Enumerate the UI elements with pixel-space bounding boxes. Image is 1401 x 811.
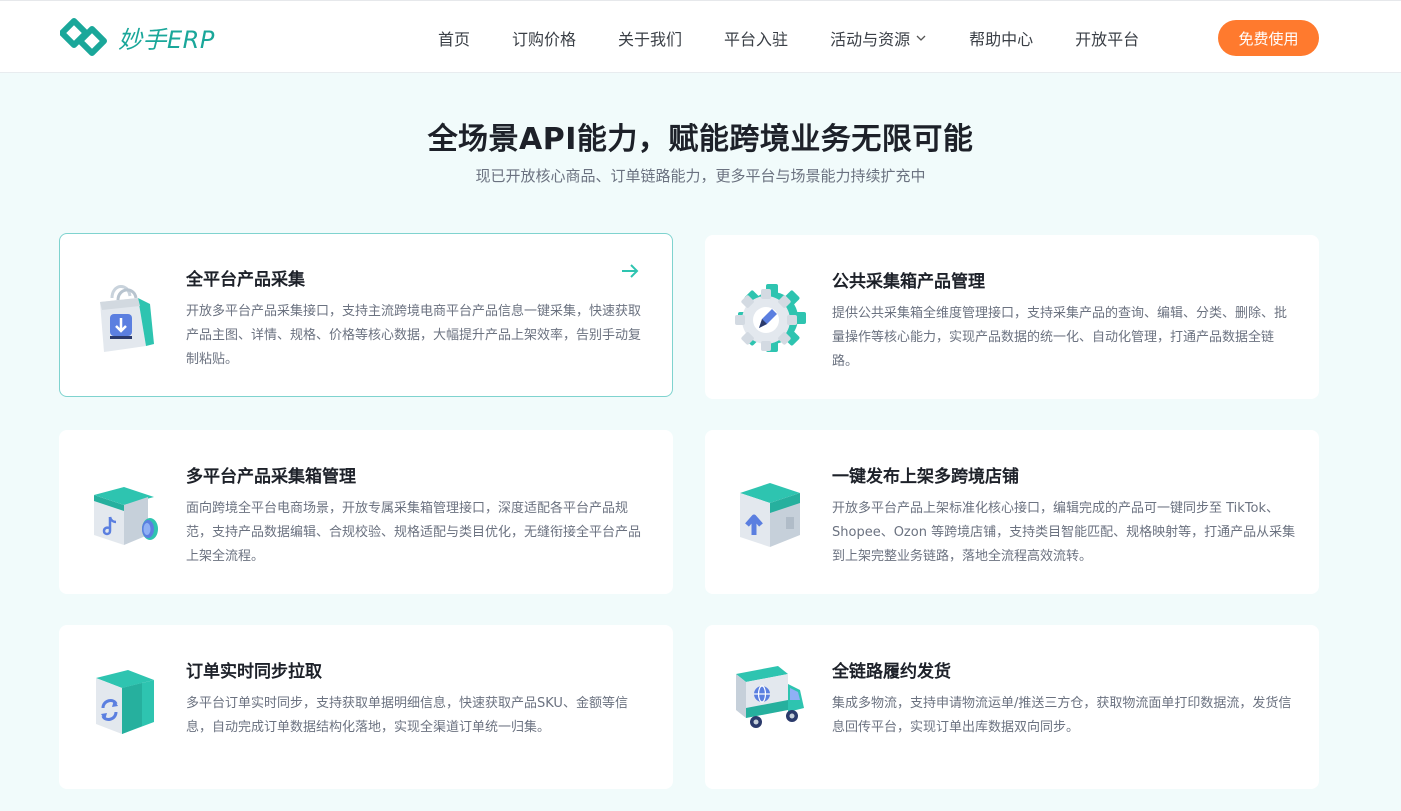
nav-item-open-platform[interactable]: 开放平台 — [1075, 26, 1139, 50]
feature-card-order-sync[interactable]: 订单实时同步拉取 多平台订单实时同步，支持获取单据明细信息，快速获取产品SKU、… — [59, 625, 673, 789]
card-title: 一键发布上架多跨境店铺 — [832, 467, 1019, 487]
chevron-down-icon — [916, 35, 926, 41]
nav-item-activities[interactable]: 活动与资源 — [830, 26, 927, 50]
shopping-bag-download-icon — [100, 285, 154, 352]
card-description: 开放多平台产品采集接口，支持主流跨境电商平台产品信息一键采集，快速获取产品主图、… — [186, 304, 642, 367]
nav-item-help[interactable]: 帮助中心 — [969, 26, 1033, 50]
card-title: 多平台产品采集箱管理 — [186, 467, 356, 487]
nav-item-pricing[interactable]: 订购价格 — [512, 26, 576, 50]
card-title: 公共采集箱产品管理 — [832, 272, 985, 292]
card-description: 集成多物流，支持申请物流运单/推送三方仓，获取物流面单打印数据流，发货信息回传平… — [832, 696, 1292, 735]
logo[interactable]: 妙手ERP — [60, 17, 215, 57]
arrow-right-icon[interactable] — [620, 263, 640, 279]
sync-box-icon — [96, 670, 154, 734]
top-header: 妙手ERP 首页 订购价格 关于我们 平台入驻 活动与资源 帮助中心 开放平台 … — [0, 0, 1401, 73]
nav-item-about[interactable]: 关于我们 — [618, 26, 682, 50]
logo-mark-icon — [60, 18, 107, 56]
feature-card-fulfillment[interactable]: 全链路履约发货 集成多物流，支持申请物流运单/推送三方仓，获取物流面单打印数据流… — [705, 625, 1319, 789]
main-nav: 首页 订购价格 关于我们 平台入驻 活动与资源 帮助中心 开放平台 — [438, 1, 1181, 74]
nav-item-home[interactable]: 首页 — [438, 26, 470, 50]
card-description: 多平台订单实时同步，支持获取单据明细信息，快速获取产品SKU、金额等信息，自动完… — [186, 696, 628, 735]
card-title: 全链路履约发货 — [832, 662, 951, 682]
feature-card-multi-platform-box[interactable]: 多平台产品采集箱管理 面向跨境全平台电商场景，开放专属采集箱管理接口，深度适配各… — [59, 430, 673, 594]
tiktok-box-icon — [94, 487, 158, 545]
feature-card-public-collection-box[interactable]: 公共采集箱产品管理 提供公共采集箱全维度管理接口，支持采集产品的查询、编辑、分类… — [705, 235, 1319, 399]
feature-card-one-click-publish[interactable]: 一键发布上架多跨境店铺 开放多平台产品上架标准化核心接口，编辑完成的产品可一键同… — [705, 430, 1319, 594]
gear-edit-icon — [735, 284, 806, 352]
free-trial-button[interactable]: 免费使用 — [1218, 20, 1319, 56]
card-description: 开放多平台产品上架标准化核心接口，编辑完成的产品可一键同步至 TikTok、Sh… — [832, 501, 1296, 564]
page-subtitle: 现已开放核心商品、订单链路能力，更多平台与场景能力持续扩充中 — [475, 167, 926, 185]
logo-text: 妙手ERP — [118, 25, 215, 54]
nav-item-partner[interactable]: 平台入驻 — [724, 26, 788, 50]
card-title: 全平台产品采集 — [186, 270, 305, 290]
card-description: 提供公共采集箱全维度管理接口，支持采集产品的查询、编辑、分类、删除、批量操作等核… — [832, 306, 1288, 369]
feature-card-product-collection[interactable]: 全平台产品采集 开放多平台产品采集接口，支持主流跨境电商平台产品信息一键采集，快… — [59, 233, 673, 397]
upload-box-icon — [740, 483, 800, 547]
card-description: 面向跨境全平台电商场景，开放专属采集箱管理接口，深度适配各平台产品规范，支持产品… — [186, 501, 642, 564]
page-title: 全场景API能力，赋能跨境业务无限可能 — [427, 122, 974, 157]
delivery-truck-icon — [736, 666, 804, 728]
card-title: 订单实时同步拉取 — [186, 662, 322, 682]
